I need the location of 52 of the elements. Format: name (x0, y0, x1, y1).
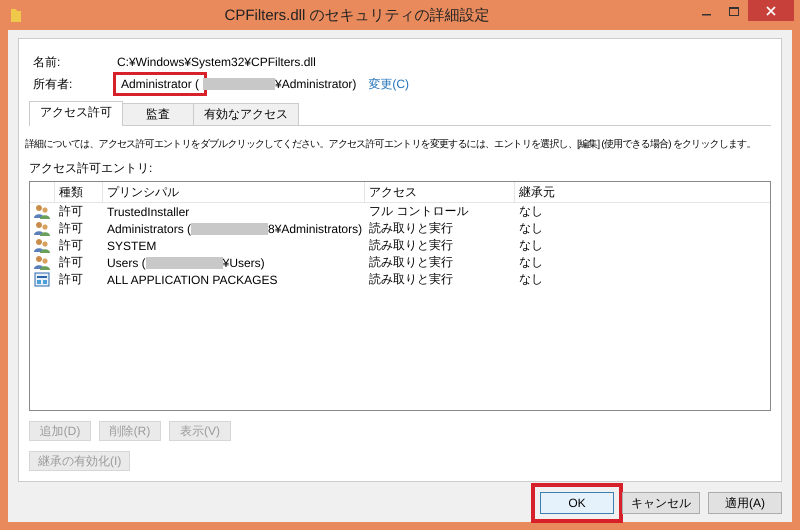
principal-cell-text: ALL APPLICATION PACKAGES (106, 272, 279, 286)
permission-row[interactable]: 許可 SYSTEM 読み取りと実行 なし (30, 237, 770, 254)
permission-row[interactable]: 許可 Users ( ¥Users) 読み取りと実行 なし (30, 254, 770, 271)
access-cell-text: 読み取りと実行 (368, 237, 454, 254)
access-cell-text: フル コントロール (368, 203, 470, 220)
users-icon (34, 238, 50, 253)
tab[interactable]: 有効なアクセス (193, 103, 299, 125)
inherited-cell-text: なし (518, 254, 544, 271)
column-header[interactable]: 継承元 (514, 182, 770, 202)
tab[interactable]: アクセス許可 (29, 101, 123, 126)
owner-account: ¥Administrator) (275, 77, 356, 91)
principal-cell-text: Administrators ( 8¥Administrators) (106, 222, 364, 236)
description-text: 詳細については、アクセス許可エントリをダブルクリックしてください。アクセス許可エントリを変更するには、エントリを選択し、[編集] (使用できる場合) をクリックします。 (25, 138, 757, 152)
permission-row[interactable]: 許可 ALL APPLICATION PACKAGES 読み取りと実行 なし (30, 271, 770, 288)
users-icon (34, 204, 50, 219)
users-icon (34, 255, 50, 270)
type-cell-text: 許可 (58, 237, 84, 254)
column-header[interactable]: アクセス (364, 182, 514, 202)
entries-label: アクセス許可エントリ: (29, 160, 154, 177)
column-header[interactable]: プリンシパル (102, 182, 364, 202)
package-icon (34, 272, 50, 287)
inherited-cell-text: なし (518, 271, 544, 288)
inherited-cell-text: なし (518, 220, 544, 237)
button[interactable]: 適用(A) (708, 492, 782, 514)
change-link[interactable]: 変更(C) (368, 76, 410, 92)
type-cell-text: 許可 (58, 254, 84, 271)
tab[interactable]: 監査 (122, 103, 194, 125)
principal-cell-text: TrustedInstaller (106, 204, 190, 218)
principal-cell-text: Users ( ¥Users) (106, 256, 266, 270)
inherited-cell-text: なし (518, 203, 544, 220)
type-cell-text: 許可 (58, 203, 84, 220)
window-title: CPFilters.dll のセキュリティの詳細設定 (223, 6, 490, 24)
highlighted-button[interactable]: OK (540, 492, 614, 514)
inherited-cell-text: なし (518, 237, 544, 254)
permission-row[interactable]: 許可 TrustedInstaller フル コントロール なし (30, 203, 770, 220)
close-icon (766, 6, 776, 16)
name-label: 名前: (32, 54, 62, 70)
access-cell-text: 読み取りと実行 (368, 220, 454, 237)
users-icon (34, 221, 50, 236)
column-header[interactable]: 種類 (54, 182, 102, 202)
maximize-icon[interactable] (729, 6, 739, 16)
button[interactable]: キャンセル (622, 492, 700, 514)
access-cell-text: 読み取りと実行 (368, 271, 454, 288)
permission-row[interactable]: 許可 Administrators ( 8¥Administrators) 読み取りと実行 なし (30, 220, 770, 237)
principal-cell-text: SYSTEM (106, 238, 158, 252)
access-cell-text: 読み取りと実行 (368, 254, 454, 271)
file-path: C:¥Windows¥System32¥CPFilters.dll (117, 55, 316, 69)
owner-label: 所有者: (32, 76, 74, 92)
type-cell-text: 許可 (58, 271, 84, 288)
type-cell-text: 許可 (58, 220, 84, 237)
close-button[interactable] (748, 0, 794, 21)
folder-icon (10, 7, 22, 23)
